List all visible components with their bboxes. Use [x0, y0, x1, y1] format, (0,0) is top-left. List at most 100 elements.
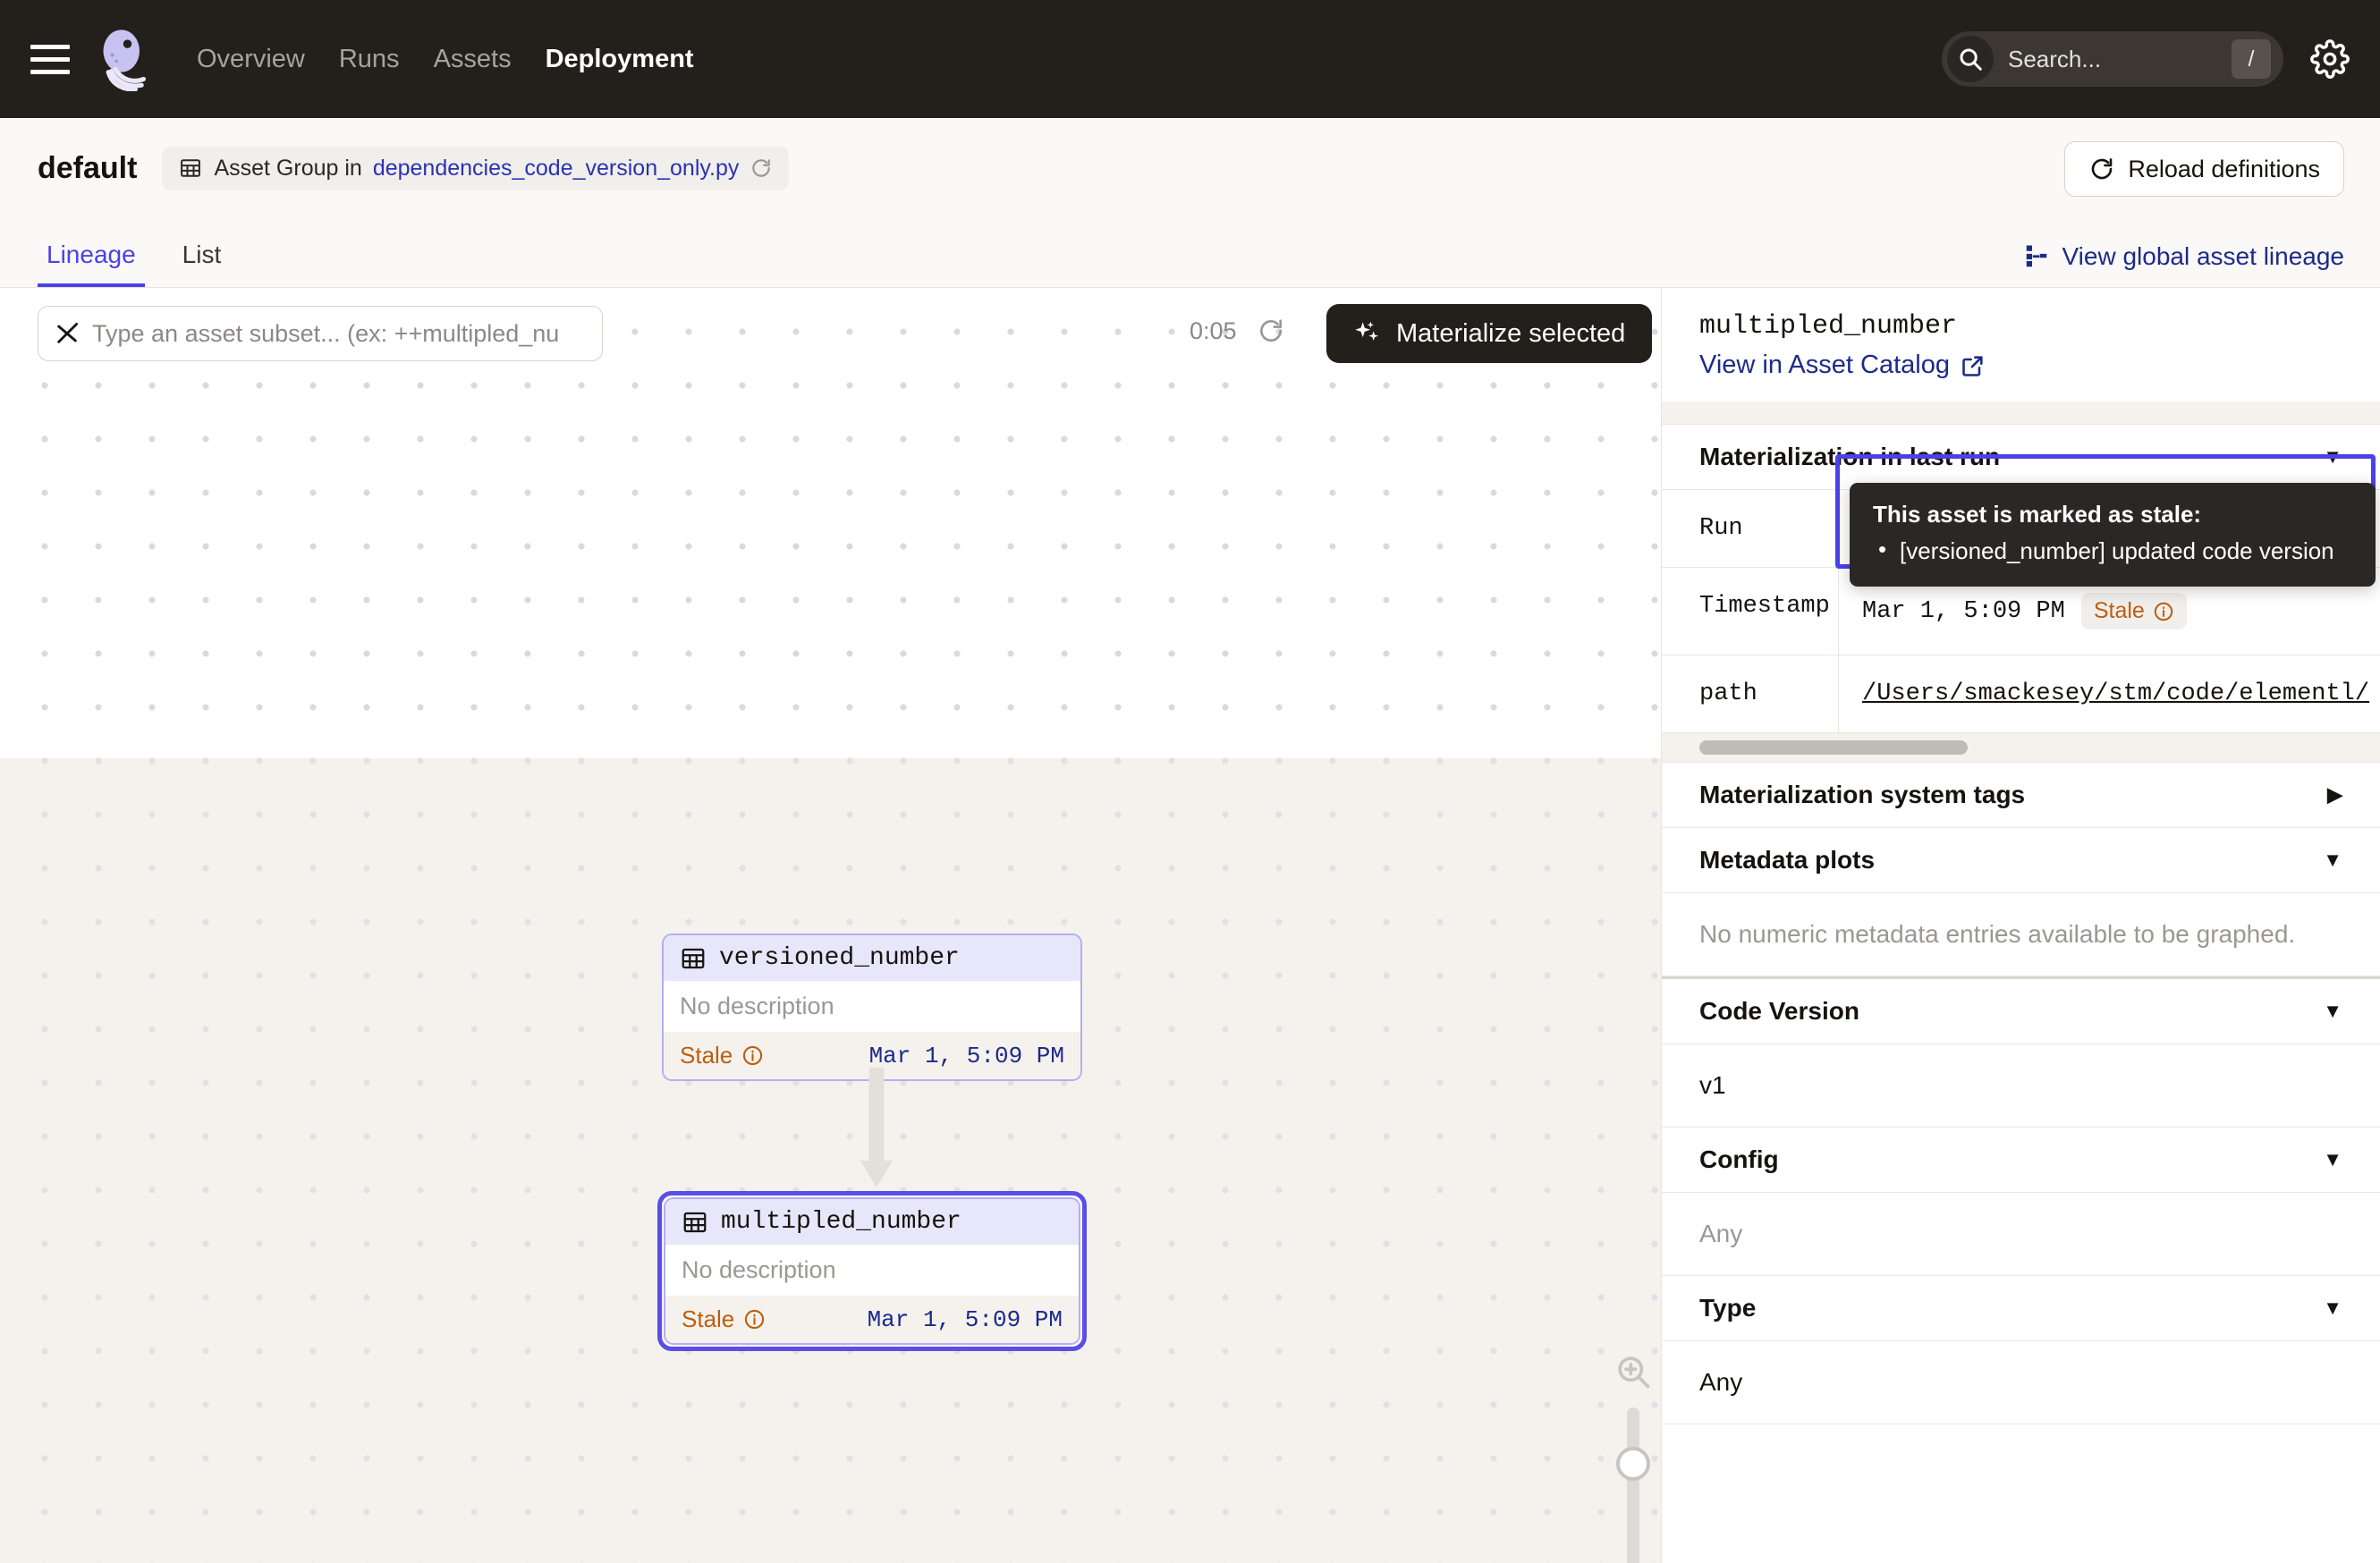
tooltip-reason-list: [versioned_number] updated code version: [1873, 536, 2352, 565]
list-item: [versioned_number] updated code version: [1873, 536, 2352, 565]
zoom-slider[interactable]: [1616, 1407, 1650, 1563]
row-key: Run: [1662, 490, 1839, 567]
tab-list[interactable]: List: [174, 241, 231, 287]
asset-node-multipled-number[interactable]: multipled_number No description Stale Ma…: [657, 1191, 1087, 1351]
refresh-icon[interactable]: [1257, 317, 1285, 345]
nav-link-overview[interactable]: Overview: [197, 45, 305, 74]
section-config[interactable]: Config ▼: [1662, 1128, 2380, 1193]
asset-details-sidebar: multipled_number View in Asset Catalog M…: [1661, 288, 2380, 1563]
asset-node-timestamp: Mar 1, 5:09 PM: [868, 1042, 1064, 1069]
sparkle-icon: [1355, 321, 1378, 341]
external-link-icon: [1962, 355, 1983, 376]
table-row: path /Users/smackesey/stm/code/elementl/: [1662, 655, 2380, 733]
asset-group-icon: [181, 159, 201, 177]
view-in-asset-catalog-link[interactable]: View in Asset Catalog: [1662, 342, 2380, 380]
status-badge-label: Stale: [2093, 598, 2145, 623]
asset-node-status[interactable]: Stale: [682, 1305, 766, 1333]
asset-node-description: No description: [664, 981, 1080, 1032]
code-version-value: v1: [1662, 1044, 2380, 1128]
dagster-logo-icon[interactable]: [91, 27, 156, 91]
search-shortcut-key: /: [2232, 39, 2271, 79]
status-badge[interactable]: Stale: [2080, 593, 2187, 629]
lineage-graph-icon: [2026, 245, 2046, 267]
section-title: Metadata plots: [1699, 846, 1876, 874]
materialize-selected-label: Materialize selected: [1396, 318, 1626, 348]
top-navigation-bar: Overview Runs Assets Deployment Search..…: [0, 0, 2380, 118]
section-title: Type: [1699, 1294, 1757, 1322]
graph-dot-grid-lower: [0, 758, 1661, 1563]
asset-node-timestamp: Mar 1, 5:09 PM: [867, 1305, 1063, 1333]
section-materialization-system-tags[interactable]: Materialization system tags ▶: [1662, 763, 2380, 828]
chevron-down-icon: ▼: [2323, 445, 2342, 468]
asset-node-status[interactable]: Stale: [680, 1042, 764, 1069]
chevron-down-icon: ▼: [2323, 1000, 2342, 1022]
table-asset-icon: [682, 948, 705, 968]
asset-node-header: versioned_number: [664, 935, 1080, 981]
asset-node-header: multipled_number: [665, 1199, 1079, 1245]
section-title: Config: [1699, 1145, 1779, 1173]
asset-node-footer: Stale Mar 1, 5:09 PM: [665, 1296, 1079, 1343]
info-icon[interactable]: [741, 1044, 764, 1067]
asset-node-status-label: Stale: [682, 1305, 735, 1332]
search-placeholder: Search...: [2008, 45, 2102, 72]
app-root: Overview Runs Assets Deployment Search..…: [0, 0, 2380, 1563]
asset-node-versioned-number[interactable]: versioned_number No description Stale Ma…: [662, 934, 1082, 1081]
asset-lineage-graph[interactable]: Type an asset subset... (ex: ++multipled…: [0, 288, 1661, 1563]
refresh-icon: [2092, 158, 2113, 180]
reload-definitions-button[interactable]: Reload definitions: [2064, 141, 2344, 197]
asset-node-body: versioned_number No description Stale Ma…: [662, 934, 1082, 1081]
path-link[interactable]: /Users/smackesey/stm/code/elementl/: [1862, 680, 2369, 707]
asset-node-name: versioned_number: [719, 944, 960, 972]
horizontal-scrollbar-thumb[interactable]: [1699, 740, 1968, 755]
tab-lineage[interactable]: Lineage: [38, 241, 145, 287]
stale-tooltip: This asset is marked as stale: [versione…: [1850, 483, 2376, 587]
view-global-asset-lineage-link[interactable]: View global asset lineage: [2023, 242, 2344, 271]
section-metadata-plots[interactable]: Metadata plots ▼: [1662, 828, 2380, 893]
main-body: Type an asset subset... (ex: ++multipled…: [0, 288, 2380, 1563]
metadata-plots-empty-message: No numeric metadata entries available to…: [1662, 893, 2380, 976]
nav-link-runs[interactable]: Runs: [339, 45, 400, 74]
reload-definitions-label: Reload definitions: [2128, 155, 2320, 182]
nav-link-assets[interactable]: Assets: [434, 45, 512, 74]
materialize-selected-button[interactable]: Materialize selected: [1326, 304, 1653, 363]
section-type[interactable]: Type ▼: [1662, 1276, 2380, 1341]
asset-subset-input[interactable]: Type an asset subset... (ex: ++multipled…: [38, 306, 603, 361]
asset-subset-placeholder: Type an asset subset... (ex: ++multipled…: [92, 319, 560, 347]
refresh-timer: 0:05: [1190, 317, 1237, 344]
page-header: default Asset Group in dependencies_code…: [0, 118, 2380, 218]
section-materialization-in-last-run[interactable]: Materialization in last run ▼: [1662, 425, 2380, 490]
gear-icon[interactable]: [2310, 39, 2350, 79]
search-icon: [1947, 36, 1994, 82]
type-value: Any: [1662, 1341, 2380, 1424]
asset-group-prefix: Asset Group in: [214, 155, 362, 181]
search-input[interactable]: Search... /: [1942, 31, 2283, 87]
asset-node-status-label: Stale: [680, 1042, 733, 1069]
info-icon[interactable]: [2153, 601, 2174, 622]
section-title: Code Version: [1699, 997, 1859, 1025]
row-key: Timestamp: [1662, 568, 1839, 655]
nav-link-deployment[interactable]: Deployment: [546, 45, 694, 74]
row-value[interactable]: /Users/smackesey/stm/code/elementl/: [1839, 655, 2380, 732]
primary-nav-links: Overview Runs Assets Deployment: [197, 45, 694, 74]
graph-zoom-controls: [1605, 1352, 1661, 1563]
refresh-small-icon[interactable]: [750, 156, 773, 180]
horizontal-scrollbar-track[interactable]: [1662, 733, 2380, 763]
section-code-version[interactable]: Code Version ▼: [1662, 976, 2380, 1044]
chevron-down-icon: ▼: [2323, 1297, 2342, 1319]
tooltip-title: This asset is marked as stale:: [1873, 501, 2202, 528]
asset-node-description: No description: [665, 1245, 1079, 1296]
info-icon[interactable]: [743, 1308, 766, 1331]
asset-node-body: multipled_number No description Stale Ma…: [664, 1197, 1080, 1345]
table-asset-icon: [683, 1212, 707, 1232]
section-title: Materialization system tags: [1699, 781, 2026, 808]
asset-group-breadcrumb: Asset Group in dependencies_code_version…: [162, 146, 790, 190]
zoom-in-icon[interactable]: [1613, 1352, 1653, 1391]
chevron-right-icon: ▶: [2327, 783, 2342, 806]
zoom-slider-thumb[interactable]: [1616, 1447, 1650, 1481]
hamburger-menu-icon[interactable]: [30, 38, 72, 80]
asset-group-file-link[interactable]: dependencies_code_version_only.py: [373, 156, 740, 182]
graph-toolbar: Type an asset subset... (ex: ++multipled…: [0, 288, 1661, 374]
config-value: Any: [1662, 1193, 2380, 1276]
sidebar-asset-name: multipled_number: [1699, 311, 1958, 342]
view-global-asset-lineage-label: View global asset lineage: [2062, 242, 2344, 270]
